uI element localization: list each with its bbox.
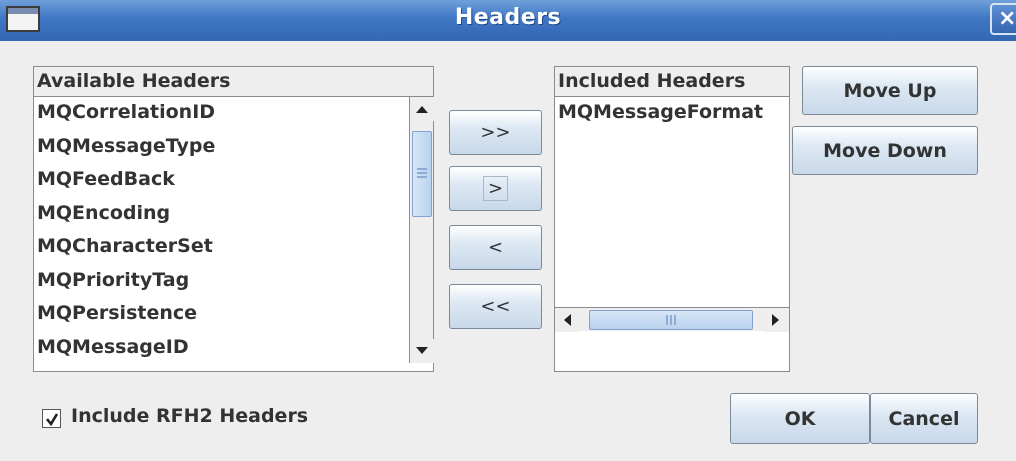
remove-label: < [487, 237, 504, 258]
arrow-right-icon [772, 314, 779, 326]
ok-label: OK [784, 407, 816, 430]
close-icon: × [998, 6, 1016, 31]
arrow-up-icon [416, 106, 428, 113]
list-item[interactable]: MQPriorityTag [34, 265, 408, 299]
scroll-down-button[interactable] [410, 339, 434, 363]
remove-button[interactable]: < [449, 225, 542, 270]
ok-button[interactable]: OK [730, 393, 870, 444]
grip-icon [417, 168, 427, 178]
included-headers-list[interactable]: Included Headers MQMessageFormat [554, 66, 790, 372]
add-all-label: >> [480, 122, 511, 143]
grip-icon [666, 315, 676, 325]
remove-all-button[interactable]: << [449, 284, 542, 329]
include-rfh2-label[interactable]: Include RFH2 Headers [71, 405, 308, 427]
list-item[interactable]: MQMessageID [34, 332, 408, 366]
move-up-label: Move Up [843, 79, 937, 102]
check-icon [45, 412, 58, 426]
list-item[interactable]: MQCorrelationID [34, 97, 408, 131]
arrow-down-icon [416, 347, 428, 354]
list-item[interactable]: MQCharacterSet [34, 231, 408, 265]
list-item[interactable]: MQPersistence [34, 298, 408, 332]
title-bar[interactable]: Headers × [0, 0, 1016, 41]
remove-all-label: << [480, 296, 511, 317]
available-headers-title: Available Headers [34, 67, 433, 97]
close-button[interactable]: × [990, 3, 1016, 35]
move-up-button[interactable]: Move Up [802, 66, 978, 115]
cancel-label: Cancel [888, 407, 960, 430]
window-title: Headers [454, 5, 562, 30]
list-item[interactable]: MQFeedBack [34, 164, 408, 198]
include-rfh2-checkbox[interactable] [42, 409, 61, 428]
scroll-right-button[interactable] [764, 308, 788, 332]
arrow-left-icon [564, 314, 571, 326]
scroll-up-button[interactable] [410, 97, 434, 121]
included-headers-items[interactable]: MQMessageFormat [555, 97, 789, 307]
add-button[interactable]: > [449, 166, 542, 211]
move-down-button[interactable]: Move Down [792, 126, 978, 175]
move-down-label: Move Down [823, 139, 947, 162]
available-vertical-scrollbar[interactable] [409, 97, 434, 363]
available-headers-list[interactable]: Available Headers MQCorrelationID MQMess… [33, 66, 434, 372]
scrollbar-thumb[interactable] [589, 310, 753, 330]
included-horizontal-scrollbar[interactable] [555, 307, 789, 332]
available-headers-items[interactable]: MQCorrelationID MQMessageType MQFeedBack… [34, 97, 408, 371]
scrollbar-thumb[interactable] [412, 131, 432, 217]
add-label: > [482, 176, 509, 201]
add-all-button[interactable]: >> [449, 110, 542, 155]
scroll-left-button[interactable] [555, 308, 579, 332]
list-item[interactable]: MQMessageType [34, 131, 408, 165]
included-headers-title: Included Headers [555, 67, 789, 97]
list-item[interactable]: MQEncoding [34, 198, 408, 232]
cancel-button[interactable]: Cancel [870, 393, 978, 444]
list-item[interactable]: MQMessageFormat [555, 97, 789, 131]
